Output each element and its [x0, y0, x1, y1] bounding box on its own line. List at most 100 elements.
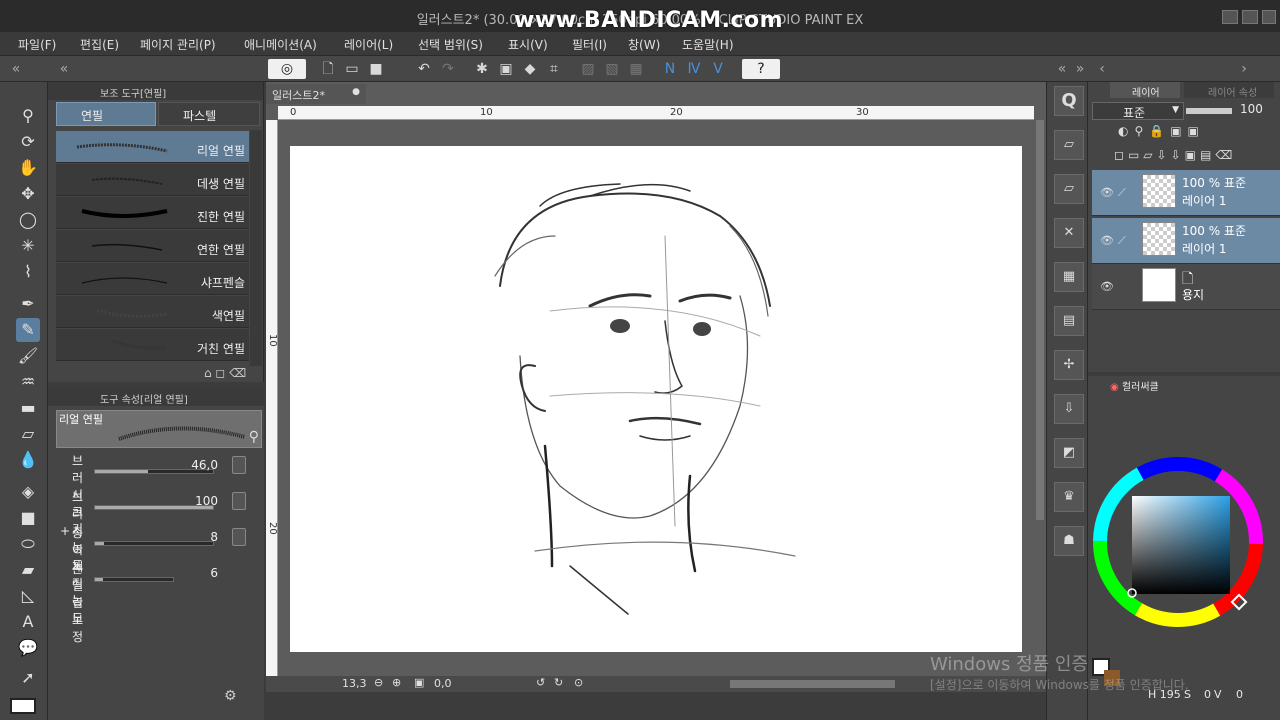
fill-icon[interactable]: ▣ — [496, 59, 516, 79]
snap-grid-icon[interactable]: ▦ — [626, 59, 646, 79]
eye-icon[interactable]: 👁 — [1100, 280, 1114, 293]
panel-icon-6[interactable]: ✢ — [1054, 350, 1084, 380]
menu-window[interactable]: 창(W) — [628, 36, 660, 53]
eraser-selection-icon[interactable]: ◆ — [520, 59, 540, 79]
maximize-button[interactable] — [1242, 10, 1258, 24]
collapse-right-icon[interactable]: « — [1052, 59, 1072, 79]
pressure-icon[interactable] — [232, 492, 246, 510]
prop-value[interactable]: 46,0 — [182, 458, 218, 472]
object-select-icon[interactable]: ➚ — [16, 666, 40, 690]
ruler-icon[interactable]: ◺ — [16, 584, 40, 608]
vertical-scrollbar[interactable] — [1036, 120, 1044, 520]
snap-special3-icon[interactable]: Ⅴ — [708, 59, 728, 79]
snap-special2-icon[interactable]: Ⅳ — [684, 59, 704, 79]
pencil-icon[interactable]: ✎ — [16, 318, 40, 342]
redo-icon[interactable]: ↷ — [438, 59, 458, 79]
stabilization-slider[interactable] — [94, 577, 174, 582]
layer-row[interactable]: 👁 🗋 용지 — [1092, 264, 1280, 310]
menu-page[interactable]: 페이지 관리(P) — [140, 36, 216, 53]
panel-prev-icon[interactable]: ‹ — [1092, 59, 1112, 79]
magnify-icon[interactable]: ⚲ — [249, 429, 259, 445]
clear-icon[interactable]: ✱ — [472, 59, 492, 79]
brush-icon[interactable]: 🖌 — [16, 344, 40, 368]
brush-item-color-pencil[interactable]: 색연필 — [56, 296, 249, 328]
zoom-in-icon[interactable]: ⊕ — [392, 676, 401, 689]
prop-value[interactable]: 8 — [182, 530, 218, 544]
prop-value[interactable]: 6 — [182, 566, 218, 580]
rotate-left-icon[interactable]: ↺ — [536, 676, 545, 689]
new-file-icon[interactable]: 🗋 — [318, 59, 338, 79]
panel-icon-5[interactable]: ▤ — [1054, 306, 1084, 336]
menu-edit[interactable]: 편집(E) — [80, 36, 119, 53]
rotate-right-icon[interactable]: ↻ — [554, 676, 563, 689]
panel-icon-2[interactable]: ▱ — [1054, 174, 1084, 204]
move-layer-icon[interactable]: ✥ — [16, 182, 40, 206]
expand-icon[interactable]: + — [60, 524, 70, 538]
menu-file[interactable]: 파일(F) — [18, 36, 56, 53]
blend-icon[interactable]: 💧 — [16, 448, 40, 472]
panel-icon-4[interactable]: ▦ — [1054, 262, 1084, 292]
help-icon[interactable]: ? — [742, 59, 780, 79]
brush-item-real-pencil[interactable]: 리얼 연필 — [56, 131, 249, 163]
opacity-value[interactable]: 100 — [1240, 102, 1263, 116]
minimize-button[interactable] — [1222, 10, 1238, 24]
brush-item-light-pencil[interactable]: 연한 연필 — [56, 230, 249, 262]
text-icon[interactable]: A — [16, 610, 40, 634]
balloon-icon[interactable]: 💬 — [16, 636, 40, 660]
subtool-tab-pastel[interactable]: 파스텔 — [158, 102, 260, 126]
panel-icon-1[interactable]: ▱ — [1054, 130, 1084, 160]
panel-next-icon[interactable]: › — [1234, 59, 1254, 79]
horizontal-scrollbar[interactable] — [730, 680, 895, 688]
quick-access-icon[interactable]: Q — [1054, 86, 1084, 116]
brush-list-scrollbar[interactable] — [250, 130, 262, 366]
blend-mode-select[interactable]: 표준 ▼ — [1092, 102, 1184, 120]
snap-special-icon[interactable]: N — [660, 59, 680, 79]
fit-icon[interactable]: ▣ — [414, 676, 424, 689]
zoom-out-icon[interactable]: ⊖ — [374, 676, 383, 689]
hide-selection-icon[interactable]: ▨ — [578, 59, 598, 79]
layer-action-icons[interactable]: ◻▭▱⇩⇩▣▤⌫ — [1114, 148, 1236, 162]
menu-layer[interactable]: 레이어(L) — [344, 36, 393, 53]
brush-item-rough-pencil[interactable]: 거친 연필 — [56, 329, 249, 361]
prop-value[interactable]: 100 — [182, 494, 218, 508]
expand-right-icon[interactable]: » — [1070, 59, 1090, 79]
transform-icon[interactable]: ⌗ — [544, 59, 564, 79]
layer-row[interactable]: 👁 ⟋ 100 % 표준 레이어 1 — [1092, 218, 1280, 264]
collapse-left-icon[interactable]: « — [6, 59, 26, 79]
pen-icon[interactable]: ✒ — [16, 292, 40, 316]
pressure-icon[interactable] — [232, 456, 246, 474]
drawing-paper[interactable] — [290, 146, 1022, 652]
fill-bucket-icon[interactable]: ◈ — [16, 480, 40, 504]
rotation-value[interactable]: 0,0 — [434, 677, 452, 690]
figure-icon[interactable]: ⬭ — [16, 532, 40, 556]
save-icon[interactable]: ■ — [366, 59, 386, 79]
zoom-icon[interactable]: ⚲ — [16, 104, 40, 128]
hand-icon[interactable]: ✋ — [16, 156, 40, 180]
gradient-icon[interactable]: ■ — [16, 506, 40, 530]
eraser-icon[interactable]: ▱ — [16, 422, 40, 446]
layer-option-icons[interactable]: ◐⚲🔒▣▣ — [1118, 124, 1205, 138]
menu-filter[interactable]: 필터(I) — [572, 36, 607, 53]
snap-ruler-icon[interactable]: ▧ — [602, 59, 622, 79]
panel-icon-3[interactable]: ✕ — [1054, 218, 1084, 248]
zoom-value[interactable]: 13,3 — [342, 677, 367, 690]
color-wheel-tab[interactable]: ◉ 컬러써클 — [1110, 378, 1159, 393]
lasso-icon[interactable]: ◯ — [16, 208, 40, 232]
panel-icon-8[interactable]: ◩ — [1054, 438, 1084, 468]
document-tab[interactable]: 일러스트2* ● — [266, 84, 366, 104]
color-wheel[interactable] — [1088, 452, 1268, 632]
subtool-tab-pencil[interactable]: 연필 — [56, 102, 156, 126]
close-button[interactable] — [1262, 10, 1276, 24]
panel-icon-10[interactable]: ☗ — [1054, 526, 1084, 556]
layer-property-tab[interactable]: 레이어 속성 — [1184, 82, 1274, 99]
magic-wand-icon[interactable]: ✳ — [16, 234, 40, 258]
menu-animation[interactable]: 애니메이션(A) — [244, 36, 317, 53]
tab-close-icon[interactable]: ● — [352, 87, 360, 97]
subtool-footer-icons[interactable]: ⌂ ◻ ⌫ — [204, 366, 246, 380]
frame-border-icon[interactable]: ▰ — [16, 558, 40, 582]
main-color-swatch[interactable] — [10, 698, 36, 714]
settings-wrench-icon[interactable]: ⚙ — [224, 688, 237, 704]
airbrush-icon[interactable]: ♒ — [16, 370, 40, 394]
reset-rotation-icon[interactable]: ⊙ — [574, 676, 583, 689]
panel-icon-9[interactable]: ♛ — [1054, 482, 1084, 512]
